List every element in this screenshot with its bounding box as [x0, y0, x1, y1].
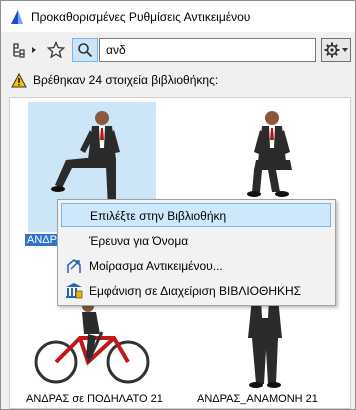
result-item-label: ΑΝΔΡ	[25, 234, 59, 246]
context-menu: Επιλέξτε στην Βιβλιοθήκη Έρευνα για Όνομ…	[57, 199, 336, 306]
window-title: Προκαθορισμένες Ρυθμίσεις Αντικειμένου	[31, 10, 251, 24]
toolbar	[1, 32, 355, 68]
menu-item-label: Εμφάνιση σε Διαχείριση ΒΙΒΛΙΟΘΗΚΗΣ	[89, 284, 302, 298]
menu-item-label: Έρευνα για Όνομα	[89, 234, 189, 248]
result-item-label: ΑΝΔΡΑΣ_ΑΝΑΜΟΝΗ 21	[197, 393, 318, 405]
folder-tree-icon	[13, 43, 36, 58]
favorites-button[interactable]	[45, 38, 67, 62]
result-item-man-on-bicycle[interactable]	[28, 298, 168, 390]
result-item-waiting-man[interactable]	[210, 298, 320, 390]
gear-dropdown-icon	[324, 42, 348, 58]
star-icon	[47, 41, 65, 59]
folder-view-button[interactable]	[9, 38, 43, 62]
object-default-settings-window: Προκαθορισμένες Ρυθμίσεις Αντικειμένου α…	[0, 0, 356, 410]
title-bar: Προκαθορισμένες Ρυθμίσεις Αντικειμένου	[1, 1, 355, 32]
results-count-text: Βρέθηκαν 24 στοιχεία βιβλιοθήκης:	[33, 73, 219, 87]
select-in-library-menu-item[interactable]: Επιλέξτε στην Βιβλιοθήκη	[61, 203, 331, 227]
man-on-bicycle-thumbnail	[34, 300, 150, 384]
magnifier-icon	[78, 43, 93, 58]
archicad-app-icon	[11, 10, 23, 24]
search-for-name-menu-item[interactable]: Έρευνα για Όνομα	[61, 229, 331, 253]
search-settings-button[interactable]	[321, 38, 351, 62]
results-notice: Βρέθηκαν 24 στοιχεία βιβλιοθήκης:	[11, 71, 218, 89]
show-in-library-manager-menu-item[interactable]: Εμφάνιση σε Διαχείριση ΒΙΒΛΙΟΘΗΚΗΣ	[61, 279, 331, 303]
search-button[interactable]	[72, 38, 98, 62]
result-item-label: ΑΝΔΡΑΣ σε ΠΟΔΗΛΑΤΟ 21	[26, 393, 163, 405]
share-object-icon	[67, 259, 81, 273]
library-manager-icon	[66, 283, 83, 299]
waiting-man-thumbnail	[248, 298, 282, 388]
menu-item-label: Επιλέξτε στην Βιβλιοθήκη	[90, 209, 227, 223]
share-object-menu-item[interactable]: Μοίρασμα Αντικειμένου...	[61, 254, 331, 278]
menu-item-label: Μοίρασμα Αντικειμένου...	[89, 259, 223, 273]
warning-icon	[11, 72, 27, 87]
search-input[interactable]	[99, 38, 316, 62]
